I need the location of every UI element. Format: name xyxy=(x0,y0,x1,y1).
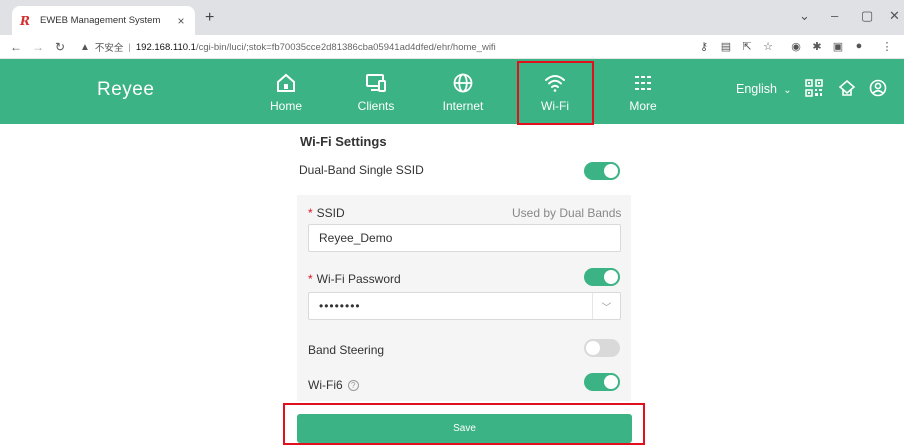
wifi6-label: Wi-Fi6? xyxy=(308,378,359,392)
tab-search-chevron-icon[interactable]: ⌄ xyxy=(799,8,810,24)
language-label: English xyxy=(736,82,777,96)
maximize-icon[interactable]: ▢ xyxy=(861,8,873,24)
share-icon[interactable]: ⇱ xyxy=(740,40,754,53)
nav-more-label: More xyxy=(629,99,657,113)
address-path: /cgi-bin/luci/;stok=fb70035cce2d81386cba… xyxy=(195,41,496,53)
clients-icon xyxy=(366,74,386,92)
wifi-password-input[interactable]: •••••••• ﹀ xyxy=(308,292,621,320)
nav-clients[interactable]: Clients xyxy=(346,59,406,124)
dual-band-toggle[interactable] xyxy=(584,162,620,180)
band-steering-toggle[interactable] xyxy=(584,339,620,357)
password-dropdown-icon[interactable]: ﹀ xyxy=(592,293,620,319)
network-topology-icon[interactable] xyxy=(838,79,856,97)
nav-internet[interactable]: Internet xyxy=(433,59,493,124)
user-account-icon[interactable] xyxy=(869,79,887,97)
page-title: Wi-Fi Settings xyxy=(300,134,387,149)
key-icon[interactable]: ⚷ xyxy=(697,40,711,53)
menu-dots-icon[interactable]: ⋮ xyxy=(880,40,894,53)
translate-icon[interactable]: ▤ xyxy=(719,40,733,53)
chevron-down-icon: ⌄ xyxy=(780,85,792,96)
wifi6-toggle[interactable] xyxy=(584,373,620,391)
tab-close-icon[interactable]: × xyxy=(175,14,187,28)
nav-clients-label: Clients xyxy=(357,99,395,113)
qr-code-icon[interactable] xyxy=(805,79,823,97)
nav-home[interactable]: Home xyxy=(256,59,316,124)
not-secure-label: 不安全 xyxy=(94,43,124,54)
back-icon[interactable]: ← xyxy=(10,40,22,54)
browser-tab[interactable]: R EWEB Management System × xyxy=(12,6,195,35)
required-marker: * xyxy=(308,206,313,220)
close-window-icon[interactable]: ✕ xyxy=(889,8,900,24)
address-host: 192.168.110.1 xyxy=(135,41,196,53)
address-bar[interactable]: ▲ 不安全 | 192.168.110.1 /cgi-bin/luci/;sto… xyxy=(80,39,496,55)
save-highlight-box xyxy=(283,403,645,445)
nav-internet-label: Internet xyxy=(442,99,484,113)
reyee-logo: Reyee xyxy=(97,79,155,100)
globe-icon xyxy=(453,73,473,93)
browser-toolbar: ← → ↻ ▲ 不安全 | 192.168.110.1 /cgi-bin/luc… xyxy=(0,35,904,59)
ssid-hint: Used by Dual Bands xyxy=(512,206,622,220)
required-marker: * xyxy=(308,272,313,286)
nav-home-label: Home xyxy=(269,99,302,113)
home-icon xyxy=(277,73,295,92)
wifi-password-toggle[interactable] xyxy=(584,268,620,286)
language-selector[interactable]: English ⌄ xyxy=(736,82,792,96)
nav-more[interactable]: More xyxy=(613,59,673,124)
dual-band-label: Dual-Band Single SSID xyxy=(299,163,424,177)
extension-icon[interactable]: ◉ xyxy=(789,40,803,53)
warning-icon: ▲ xyxy=(80,41,90,53)
side-panel-icon[interactable]: ▣ xyxy=(831,40,845,53)
reyee-favicon-icon: R xyxy=(20,13,30,28)
wifi-highlight-box xyxy=(517,61,594,125)
band-steering-label: Band Steering xyxy=(308,343,385,357)
new-tab-icon[interactable]: + xyxy=(205,9,214,27)
profile-icon[interactable]: ● xyxy=(852,40,866,52)
browser-tabstrip: R EWEB Management System × + ⌄ – ▢ ✕ xyxy=(0,0,904,35)
minimize-icon[interactable]: – xyxy=(831,8,838,23)
password-value: •••••••• xyxy=(319,299,361,313)
help-icon[interactable]: ? xyxy=(347,380,359,391)
reload-icon[interactable]: ↻ xyxy=(55,40,65,54)
wifi-password-label: * Wi-Fi Password xyxy=(308,272,401,286)
tab-title: EWEB Management System xyxy=(40,15,161,26)
ssid-input[interactable]: Reyee_Demo xyxy=(308,224,621,252)
forward-icon[interactable]: → xyxy=(32,40,44,54)
bookmark-star-icon[interactable]: ☆ xyxy=(761,40,775,53)
more-icon xyxy=(635,76,651,90)
puzzle-icon[interactable]: ✱ xyxy=(810,40,824,53)
app-header: Reyee Home Clients Internet Wi-Fi More E… xyxy=(0,59,904,124)
ssid-label: * SSID xyxy=(308,206,345,220)
address-separator: | xyxy=(128,41,131,53)
ssid-value: Reyee_Demo xyxy=(319,231,393,245)
